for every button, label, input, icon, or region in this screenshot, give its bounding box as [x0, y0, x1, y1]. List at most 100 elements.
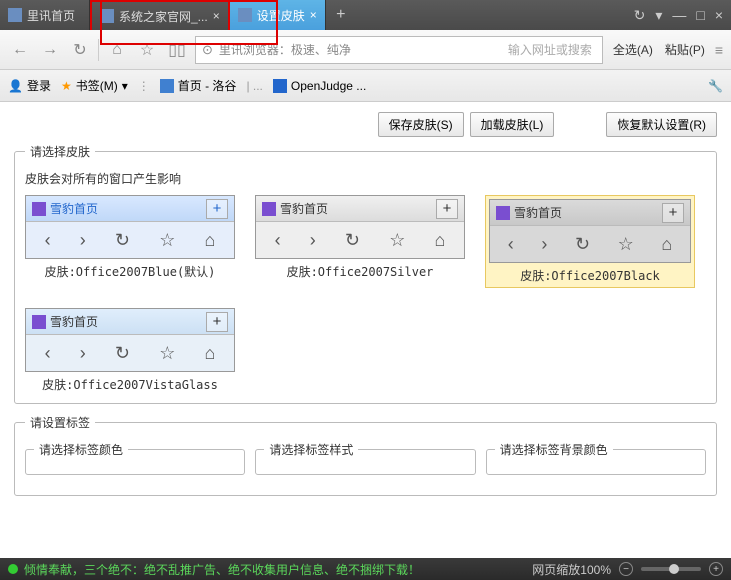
forward-icon: › [310, 230, 316, 251]
favicon-icon [100, 9, 114, 23]
maximize-button[interactable]: □ [696, 7, 704, 23]
addr-actions: 全选(A) 粘贴(P) [609, 39, 709, 60]
skin-office2007black[interactable]: 雪豹首页+ ‹›↻☆⌂ 皮肤:Office2007Black [485, 195, 695, 288]
bookmark-label: OpenJudge ... [291, 79, 366, 93]
bookmark-more[interactable]: | ... [246, 79, 262, 93]
bookmark-openjudge[interactable]: OpenJudge ... [273, 79, 366, 93]
tab-label: 设置皮肤 [257, 7, 305, 24]
star-icon: ☆ [389, 230, 405, 251]
tab-lixun-home[interactable]: 里讯首页 [0, 0, 90, 30]
skin-office2007blue[interactable]: 雪豹首页+ ‹›↻☆⌂ 皮肤:Office2007Blue(默认) [25, 195, 235, 288]
reload-button[interactable]: ↻ [68, 38, 92, 62]
tab-bgcolor-fieldset: 请选择标签背景颜色 [486, 441, 706, 475]
forward-button[interactable]: → [38, 38, 62, 62]
close-button[interactable]: × [715, 7, 723, 23]
star-icon: ☆ [159, 230, 175, 251]
back-icon: ‹ [45, 343, 51, 364]
back-button[interactable]: ← [8, 38, 32, 62]
status-bar: 倾情奉献，三个绝不：绝不乱推广告、绝不收集用户信息、绝不捆绑下载！ 网页缩放10… [0, 558, 731, 580]
sync-icon[interactable]: ↻ [634, 7, 646, 24]
home-icon: ⌂ [435, 230, 446, 251]
favicon-icon [238, 8, 252, 22]
skin-grid: 雪豹首页 + ‹ › ↻ ☆ ⌂ 皮肤:Office2007Blue(默认) 雪豹首页+ … [25, 195, 706, 393]
zoom-thumb[interactable] [669, 564, 679, 574]
home-icon: ⌂ [661, 234, 672, 255]
plus-icon: + [206, 312, 228, 332]
legend: 请设置标签 [25, 414, 95, 431]
back-icon: ‹ [45, 230, 51, 251]
legend: 请选择标签背景颜色 [495, 441, 613, 458]
tab-style-fieldset: 请选择标签样式 [255, 441, 475, 475]
app-icon [496, 206, 510, 220]
reload-icon: ↻ [575, 234, 590, 255]
select-all-button[interactable]: 全选(A) [609, 39, 657, 60]
separator: ⋮ [138, 79, 150, 93]
close-icon[interactable]: × [310, 8, 317, 22]
tab-color-fieldset: 请选择标签颜色 [25, 441, 245, 475]
separator [98, 39, 99, 61]
reload-icon: ↻ [115, 230, 130, 251]
home-button[interactable]: ⌂ [105, 38, 129, 62]
restore-defaults-button[interactable]: 恢复默认设置(R) [606, 112, 717, 137]
tab-settings-fieldset: 请设置标签 请选择标签颜色 请选择标签样式 请选择标签背景颜色 [14, 414, 717, 496]
zoom-in-button[interactable]: + [709, 562, 723, 576]
bookmark-button[interactable]: ☆ [135, 38, 159, 62]
plus-icon: + [436, 199, 458, 219]
status-message: 倾情奉献，三个绝不：绝不乱推广告、绝不收集用户信息、绝不捆绑下载！ [24, 561, 420, 578]
bookmark-bar: 👤 登录 ★ 书签(M) ▾ ⋮ 首页 - 洛谷 | ... OpenJudge… [0, 70, 731, 102]
app-icon [32, 202, 46, 216]
app-icon [262, 202, 276, 216]
zoom-slider[interactable] [641, 567, 701, 571]
skin-office2007silver[interactable]: 雪豹首页+ ‹›↻☆⌂ 皮肤:Office2007Silver [255, 195, 465, 288]
skin-label: 皮肤:Office2007Blue(默认) [25, 263, 235, 280]
back-icon: ‹ [275, 230, 281, 251]
paste-button[interactable]: 粘贴(P) [661, 39, 709, 60]
star-icon: ☆ [159, 343, 175, 364]
new-tab-button[interactable]: + [326, 0, 356, 30]
load-skin-button[interactable]: 加载皮肤(L) [470, 112, 555, 137]
zoom-label: 网页缩放100% [532, 561, 611, 578]
status-right: 网页缩放100% − + [532, 561, 723, 578]
window-controls: ↻ ▾ — □ × [634, 0, 731, 30]
reader-button[interactable]: ▯▯ [165, 38, 189, 62]
preview-title: 雪豹首页 [514, 204, 562, 221]
tab-label: 系统之家官网_... [119, 8, 208, 25]
status-dot-icon [8, 564, 18, 574]
forward-icon: › [80, 343, 86, 364]
favicon-icon [8, 8, 22, 22]
site-icon [273, 79, 287, 93]
close-icon[interactable]: × [213, 9, 220, 23]
content: 保存皮肤(S) 加载皮肤(L) 恢复默认设置(R) 请选择皮肤 皮肤会对所有的窗… [0, 102, 731, 558]
bookmark-label: 首页 - 洛谷 [178, 77, 237, 94]
star-icon: ★ [61, 79, 72, 93]
skin-label: 皮肤:Office2007VistaGlass [25, 376, 235, 393]
titlebar: 里讯首页 系统之家官网_... × 设置皮肤 × + ↻ ▾ — □ × [0, 0, 731, 30]
reload-icon: ↻ [115, 343, 130, 364]
legend: 请选择标签颜色 [34, 441, 128, 458]
preview-title: 雪豹首页 [50, 313, 98, 330]
preview-title: 雪豹首页 [50, 200, 98, 217]
menu-icon[interactable]: ≡ [715, 42, 723, 58]
address-info: 里讯浏览器：极速、纯净 [219, 41, 351, 58]
address-bar[interactable]: ⊙ 里讯浏览器：极速、纯净 输入网址或搜索 [195, 36, 603, 64]
legend: 请选择皮肤 [25, 143, 95, 160]
tab-xitongzhijia[interactable]: 系统之家官网_... × [90, 0, 230, 30]
bookmark-luogu[interactable]: 首页 - 洛谷 [160, 77, 237, 94]
app-icon [32, 315, 46, 329]
forward-icon: › [80, 230, 86, 251]
user-icon: 👤 [8, 79, 23, 93]
tab-label: 里讯首页 [27, 7, 75, 24]
minimize-button[interactable]: — [672, 7, 686, 23]
home-icon: ⌂ [205, 230, 216, 251]
wrench-icon[interactable]: 🔧 [708, 79, 723, 93]
skin-office2007vistaglass[interactable]: 雪豹首页 + ‹ › ↻ ☆ ⌂ 皮肤:Office2007VistaGlass [25, 308, 235, 393]
bookmarks-menu[interactable]: ★ 书签(M) ▾ [61, 77, 128, 94]
panel-icon[interactable]: ▾ [655, 7, 662, 24]
site-icon [160, 79, 174, 93]
save-skin-button[interactable]: 保存皮肤(S) [378, 112, 464, 137]
login-button[interactable]: 👤 登录 [8, 77, 51, 94]
tab-skin-settings[interactable]: 设置皮肤 × [230, 0, 326, 30]
back-icon: ‹ [508, 234, 514, 255]
home-icon: ⌂ [205, 343, 216, 364]
zoom-out-button[interactable]: − [619, 562, 633, 576]
